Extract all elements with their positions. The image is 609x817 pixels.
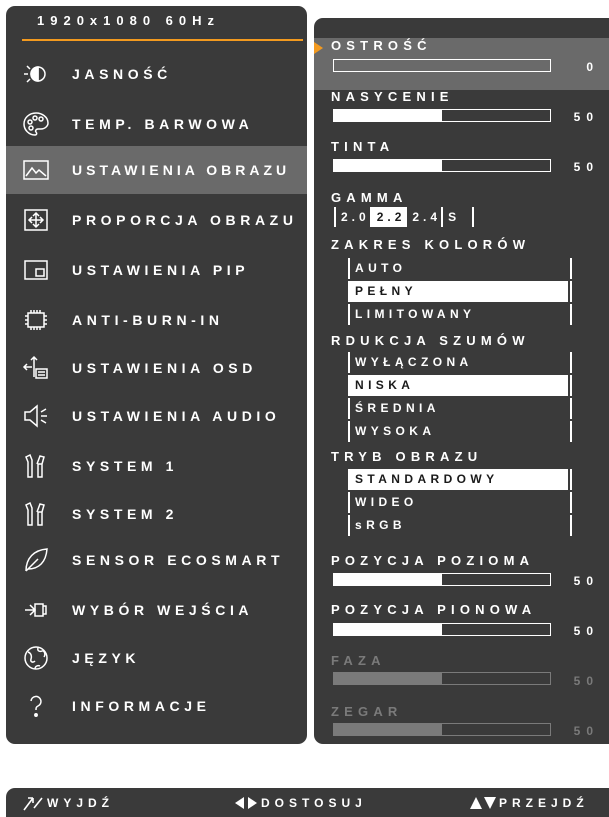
exit-label: WYJDŹ: [47, 796, 114, 810]
tools-icon: [18, 499, 54, 529]
menu-item-picture-settings[interactable]: USTAWIENIA OBRAZU: [6, 146, 307, 194]
saturation-value: 50: [573, 110, 599, 124]
menu-item-label: ANTI-BURN-IN: [72, 312, 224, 328]
menu-item-anti-burn-in[interactable]: ANTI-BURN-IN: [6, 296, 307, 344]
adjust-hint[interactable]: DOSTOSUJ: [234, 793, 367, 813]
gamma-option-2-2[interactable]: 2.2: [369, 207, 406, 227]
noise-option-off[interactable]: WYŁĄCZONA: [348, 352, 572, 373]
menu-item-audio-settings[interactable]: USTAWIENIA AUDIO: [6, 392, 307, 440]
selection-arrow-icon: [314, 42, 323, 54]
picture-mode-option-standard[interactable]: STANDARDOWY: [348, 469, 572, 490]
clock-slider: [333, 723, 551, 736]
menu-item-system-2[interactable]: SYSTEM 2: [6, 490, 307, 538]
menu-item-pip-settings[interactable]: USTAWIENIA PIP: [6, 246, 307, 294]
footer-bar: WYJDŹ DOSTOSUJ PRZEJDŹ: [6, 788, 609, 817]
navigate-hint[interactable]: PRZEJDŹ: [470, 793, 589, 813]
noise-option-high[interactable]: WYSOKA: [348, 421, 572, 442]
menu-item-label: JASNOŚĆ: [72, 66, 172, 82]
left-right-arrows-icon: [235, 797, 257, 809]
menu-item-ecosmart-sensor[interactable]: SENSOR ECOSMART: [6, 536, 307, 584]
picture-mode-label: TRYB OBRAZU: [331, 449, 483, 464]
navigate-label: PRZEJDŹ: [499, 796, 589, 810]
globe-icon: [18, 643, 54, 673]
menu-item-label: JĘZYK: [72, 650, 141, 666]
color-range-option-full[interactable]: PEŁNY: [348, 281, 572, 302]
menu-item-aspect-ratio[interactable]: PROPORCJA OBRAZU: [6, 196, 307, 244]
color-range-label: ZAKRES KOLORÓW: [331, 237, 531, 252]
palette-icon: [18, 109, 54, 139]
osd-icon: [18, 353, 54, 383]
header-divider: [22, 39, 303, 41]
menu-item-label: SENSOR ECOSMART: [72, 552, 285, 568]
gamma-option-2-4[interactable]: 2.4: [405, 207, 441, 227]
aspect-ratio-icon: [18, 205, 54, 235]
exit-icon: [23, 797, 43, 811]
v-position-slider[interactable]: [333, 623, 551, 636]
saturation-slider[interactable]: [333, 109, 551, 122]
gamma-options-end: [472, 207, 475, 227]
leaf-icon: [18, 545, 54, 575]
input-icon: [18, 595, 54, 625]
menu-item-color-temp[interactable]: TEMP. BARWOWA: [6, 100, 307, 148]
tint-label: TINTA: [331, 139, 395, 154]
noise-option-low[interactable]: NISKA: [348, 375, 572, 396]
menu-item-information[interactable]: INFORMACJE: [6, 682, 307, 730]
noise-reduction-label: RDUKCJA SZUMÓW: [331, 333, 530, 348]
main-menu: 1920x1080 60Hz JASNOŚĆ TEMP. BARWOWA UST…: [6, 6, 307, 744]
picture-mode-option-video[interactable]: WIDEO: [348, 492, 572, 513]
pip-icon: [18, 255, 54, 285]
resolution-label: 1920x1080 60Hz: [37, 13, 221, 28]
phase-value: 50: [573, 674, 599, 688]
color-range-option-auto[interactable]: AUTO: [348, 258, 572, 279]
exit-hint[interactable]: WYJDŹ: [22, 793, 114, 813]
clock-label: ZEGAR: [331, 704, 403, 719]
clock-value: 50: [573, 724, 599, 738]
sharpness-value: 0: [586, 60, 599, 74]
gamma-option-s[interactable]: S: [441, 207, 472, 227]
gamma-option-2-0[interactable]: 2.0: [334, 207, 370, 227]
menu-item-system-1[interactable]: SYSTEM 1: [6, 442, 307, 490]
gamma-label: GAMMA: [331, 190, 408, 205]
phase-label: FAZA: [331, 653, 386, 668]
menu-item-label: SYSTEM 2: [72, 506, 179, 522]
speaker-icon: [18, 401, 54, 431]
saturation-label: NASYCENIE: [331, 89, 454, 104]
adjust-label: DOSTOSUJ: [261, 796, 367, 810]
h-position-value: 50: [573, 574, 599, 588]
phase-slider: [333, 672, 551, 685]
menu-item-osd-settings[interactable]: USTAWIENIA OSD: [6, 344, 307, 392]
sharpness-label: OSTROŚĆ: [331, 38, 432, 53]
sharpness-slider[interactable]: [333, 59, 551, 72]
picture-mode-option-srgb[interactable]: sRGB: [348, 515, 572, 536]
menu-item-label: PROPORCJA OBRAZU: [72, 212, 298, 228]
up-down-arrows-icon: [470, 797, 496, 809]
image-icon: [18, 155, 54, 185]
chip-icon: [18, 305, 54, 335]
menu-item-label: USTAWIENIA AUDIO: [72, 408, 281, 424]
v-position-label: POZYCJA PIONOWA: [331, 602, 537, 617]
menu-item-label: INFORMACJE: [72, 698, 211, 714]
menu-item-language[interactable]: JĘZYK: [6, 634, 307, 682]
color-range-option-limited[interactable]: LIMITOWANY: [348, 304, 572, 325]
menu-item-label: WYBÓR WEJŚCIA: [72, 602, 254, 618]
menu-item-label: USTAWIENIA OBRAZU: [72, 162, 291, 178]
menu-item-label: SYSTEM 1: [72, 458, 179, 474]
gamma-options: 2.0 2.2 2.4 S: [334, 207, 475, 227]
picture-settings-panel: OSTROŚĆ 0 NASYCENIE 50 TINTA 50 GAMMA 2.…: [314, 18, 609, 744]
tools-icon: [18, 451, 54, 481]
menu-item-label: TEMP. BARWOWA: [72, 116, 254, 132]
v-position-value: 50: [573, 624, 599, 638]
menu-item-brightness[interactable]: JASNOŚĆ: [6, 50, 307, 98]
brightness-icon: [18, 59, 54, 89]
noise-option-medium[interactable]: ŚREDNIA: [348, 398, 572, 419]
h-position-slider[interactable]: [333, 573, 551, 586]
menu-item-label: USTAWIENIA PIP: [72, 262, 250, 278]
menu-item-input-select[interactable]: WYBÓR WEJŚCIA: [6, 586, 307, 634]
menu-item-label: USTAWIENIA OSD: [72, 360, 257, 376]
question-icon: [18, 691, 54, 721]
tint-slider[interactable]: [333, 159, 551, 172]
h-position-label: POZYCJA POZIOMA: [331, 553, 535, 568]
tint-value: 50: [573, 160, 599, 174]
